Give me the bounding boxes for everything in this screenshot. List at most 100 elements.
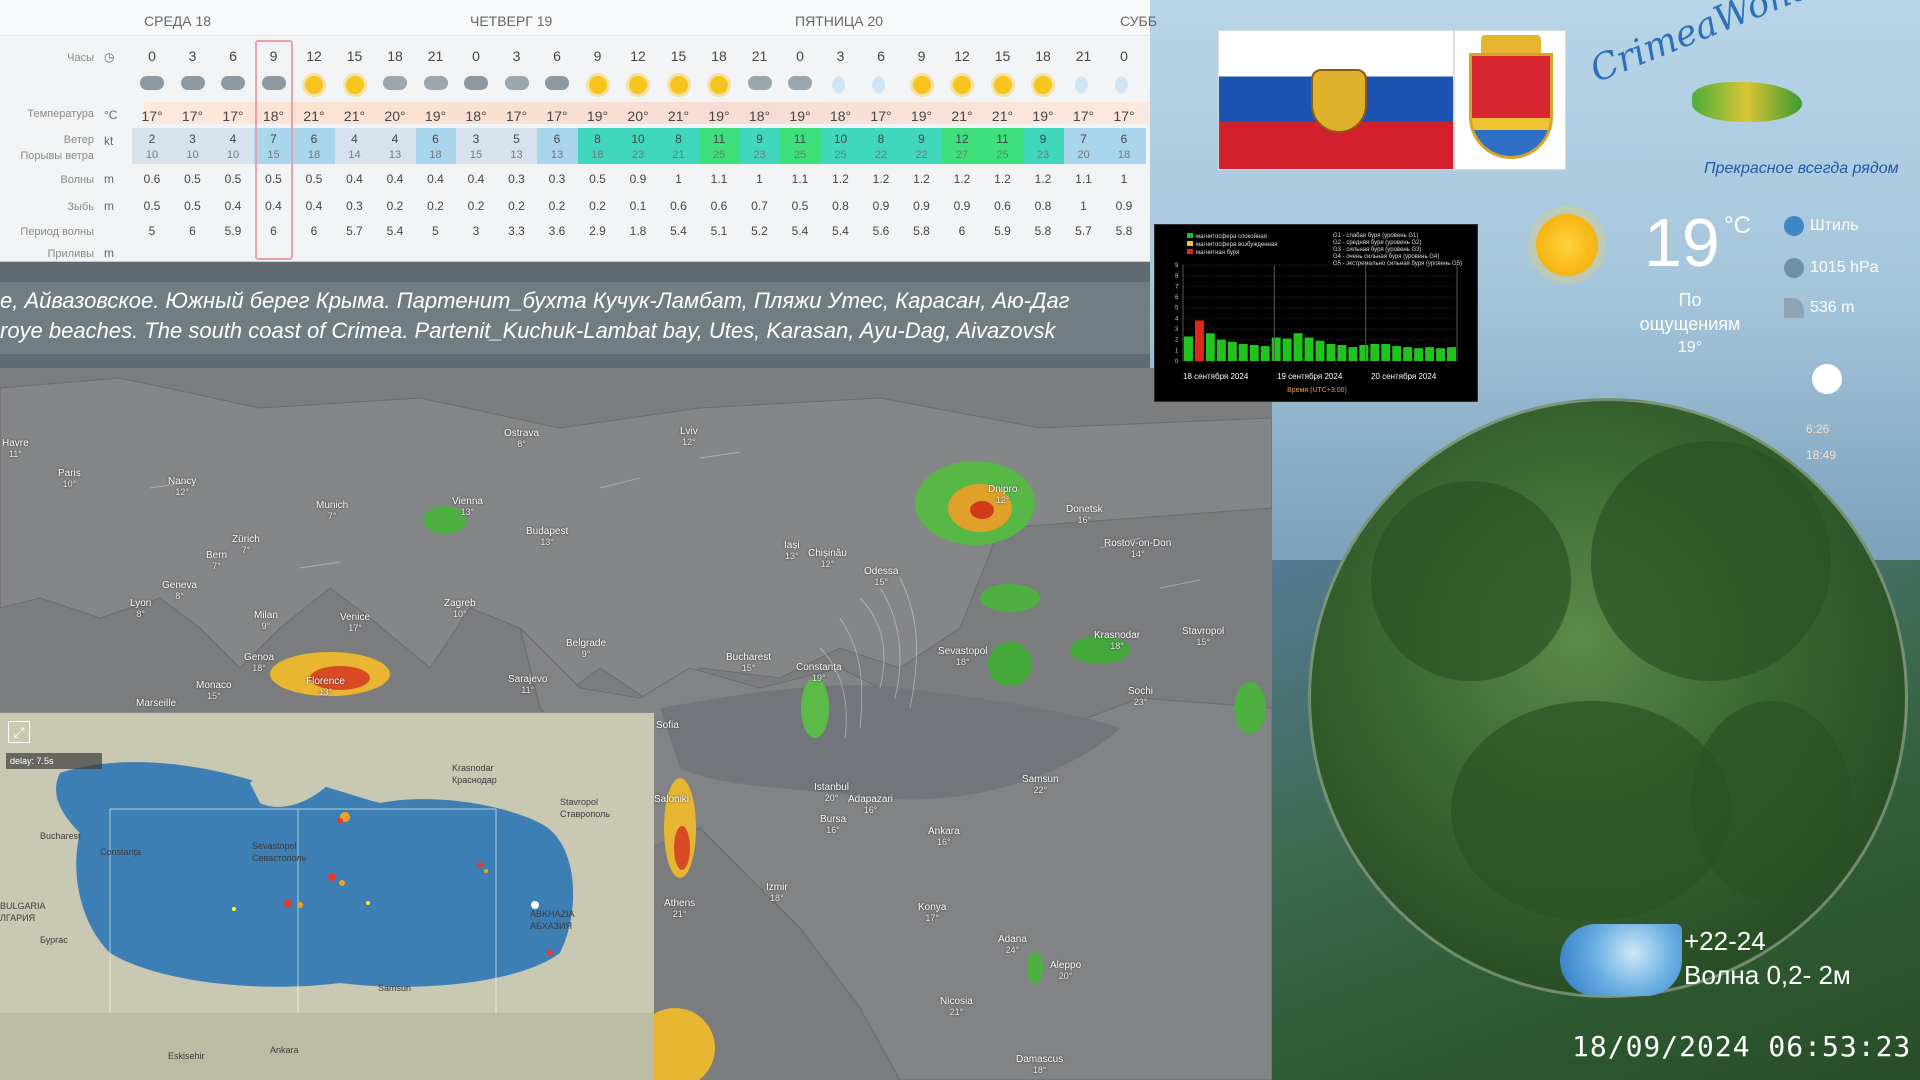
blacksea-place-label: Eskisehir: [168, 1051, 205, 1061]
map-city-label: Lyon 8°: [130, 598, 152, 619]
row-label-swell: Зыбь: [67, 201, 94, 213]
map-city-label: Venice 17°: [340, 612, 371, 633]
kp-bar: [1425, 347, 1435, 361]
forecast-wind-cell: 7: [270, 132, 277, 146]
blacksea-place-label: Севастополь: [252, 853, 307, 863]
row-label-temperature: Температура: [27, 108, 94, 120]
fullscreen-icon[interactable]: ⤢: [8, 721, 30, 743]
unit-swell: m: [104, 199, 114, 213]
current-weather-panel: 19 °C По ощущениям 19° Штиль 1015 hPa 53…: [1520, 200, 1920, 470]
row-label-waves: Волны: [60, 174, 94, 186]
forecast-wind-cell: 11: [712, 132, 726, 146]
kp-tick-label: 4: [1175, 316, 1179, 322]
kp-time-label: Время (UTC+3:00): [1287, 387, 1347, 394]
lightning-map-blacksea[interactable]: delay: 7.5s ⤢ Bucharest Constanța Sevastop…: [0, 712, 654, 1080]
forecast-wave-period-cell: 6: [310, 224, 318, 238]
forecast-waves-cell: 1.2: [1034, 172, 1052, 186]
forecast-hours-cell: 15: [670, 48, 687, 64]
forecast-wave-period-cell: 6: [958, 224, 966, 238]
sea-conditions: +22-24 Волна 0,2- 2м: [1560, 916, 1920, 1006]
cloud-icon: [497, 76, 537, 93]
map-city-label: Zürich 7°: [232, 534, 260, 555]
rain-icon: [537, 76, 577, 93]
kp-bar: [1337, 345, 1347, 361]
forecast-wind-cell: 12: [955, 132, 969, 146]
map-city-label: Bern 7°: [206, 550, 228, 571]
forecast-hours-cell: 12: [306, 48, 322, 64]
forecast-waves-cell: 0.5: [589, 172, 606, 186]
kp-bar: [1238, 343, 1248, 361]
map-city-label: Milan 9°: [254, 610, 278, 631]
forecast-wind-cell: 11: [793, 132, 807, 146]
compass-icon: [1784, 216, 1804, 236]
forecast-wind-cell: 3: [189, 132, 196, 146]
forecast-gusts-cell: 13: [550, 149, 564, 161]
forecast-gusts-cell: 25: [793, 149, 807, 161]
stream-overlay: СРЕДА 18 ЧЕТВЕРГ 19 ПЯТНИЦА 20 СУББ Часы…: [0, 0, 1920, 1080]
forecast-table: СРЕДА 18 ЧЕТВЕРГ 19 ПЯТНИЦА 20 СУББ Часы…: [0, 0, 1157, 262]
forecast-hours-cell: 6: [229, 48, 237, 64]
forecast-waves-cell: 0.9: [629, 172, 647, 186]
sunset-time: 18:49: [1806, 448, 1837, 462]
forecast-hours-cell: 12: [954, 48, 970, 64]
forecast-gusts-cell: 23: [753, 149, 766, 161]
blacksea-place-label: Bucharest: [40, 831, 81, 841]
kp-date-2: 19 сентября 2024: [1277, 372, 1343, 381]
map-city-label: Adana 24°: [998, 934, 1027, 955]
forecast-wave-period-cell: 1.8: [629, 224, 647, 238]
forecast-gusts-cell: 23: [631, 149, 645, 161]
forecast-wave-period-cell: 3.3: [508, 224, 525, 238]
forecast-temperature-cell: 19°: [586, 108, 609, 124]
day-label-fri: ПЯТНИЦА 20: [795, 13, 884, 29]
forecast-gusts-cell: 18: [307, 149, 321, 161]
forecast-hours-cell: 18: [387, 48, 403, 64]
forecast-wave-period-cell: 5.8: [1034, 224, 1052, 238]
blacksea-place-label: Sevastopol: [252, 841, 297, 851]
kp-bar: [1315, 340, 1325, 361]
forecast-hours-cell: 12: [630, 48, 646, 64]
day-label-sat: СУББ: [1120, 13, 1157, 29]
forecast-wave-period-cell: 5.7: [346, 224, 363, 238]
forecast-gusts-cell: 14: [348, 149, 361, 161]
forecast-waves-cell: 0.6: [143, 172, 161, 186]
forecast-gusts-cell: 20: [1077, 149, 1090, 161]
forecast-waves-cell: 1.2: [953, 172, 971, 186]
forecast-wave-period-cell: 5.4: [832, 224, 849, 238]
forecast-wave-period-cell: 3.6: [548, 224, 566, 238]
forecast-waves-cell: 1.1: [1075, 172, 1092, 186]
forecast-gusts-cell: 27: [955, 149, 969, 161]
forecast-waves-cell: 1: [675, 172, 682, 186]
timestamp: 18/09/2024 06:53:23: [1572, 1030, 1912, 1063]
kp-index-chart: магнитосфера спокойная магнитосфера возбу…: [1154, 224, 1478, 402]
forecast-hours-cell: 15: [346, 48, 363, 64]
map-city-label: Stavropol 15°: [1182, 626, 1225, 647]
forecast-swell-cell: 0.6: [994, 199, 1011, 213]
forecast-waves-cell: 1.2: [832, 172, 849, 186]
pressure-value: 1015 hPa: [1810, 259, 1879, 277]
forecast-waves-cell: 0.3: [548, 172, 566, 186]
forecast-temperature-cell: 18°: [829, 108, 852, 124]
forecast-swell-cell: 0.9: [913, 199, 930, 213]
map-city-label: Lviv 12°: [680, 426, 698, 447]
moon-icon: [1064, 76, 1104, 97]
mountain-icon: [1784, 298, 1804, 318]
forecast-temperature-cell: 19°: [708, 108, 730, 124]
rain-icon: [213, 76, 253, 93]
sun-icon: [1023, 76, 1063, 97]
forecast-hours-cell: 6: [553, 48, 561, 64]
forecast-temperature-cell: 17°: [181, 108, 204, 124]
forecast-gusts-cell: 15: [469, 149, 483, 161]
forecast-swell-cell: 0.1: [629, 199, 647, 213]
map-city-label: Belgrade 9°: [566, 638, 607, 659]
forecast-wind-cell: 10: [631, 132, 645, 146]
forecast-swell-cell: 0.9: [1115, 199, 1133, 213]
kp-bar: [1293, 333, 1303, 361]
kp-bar: [1447, 347, 1456, 361]
forecast-wind-cell: 3: [472, 132, 480, 146]
map-city-label: Ankara 16°: [928, 826, 960, 847]
forecast-swell-cell: 0.8: [832, 199, 849, 213]
kp-bar: [1359, 345, 1369, 361]
kp-tick-label: 8: [1175, 274, 1179, 280]
forecast-temperature-cell: 19°: [789, 108, 811, 124]
forecast-swell-cell: 0.9: [872, 199, 890, 213]
